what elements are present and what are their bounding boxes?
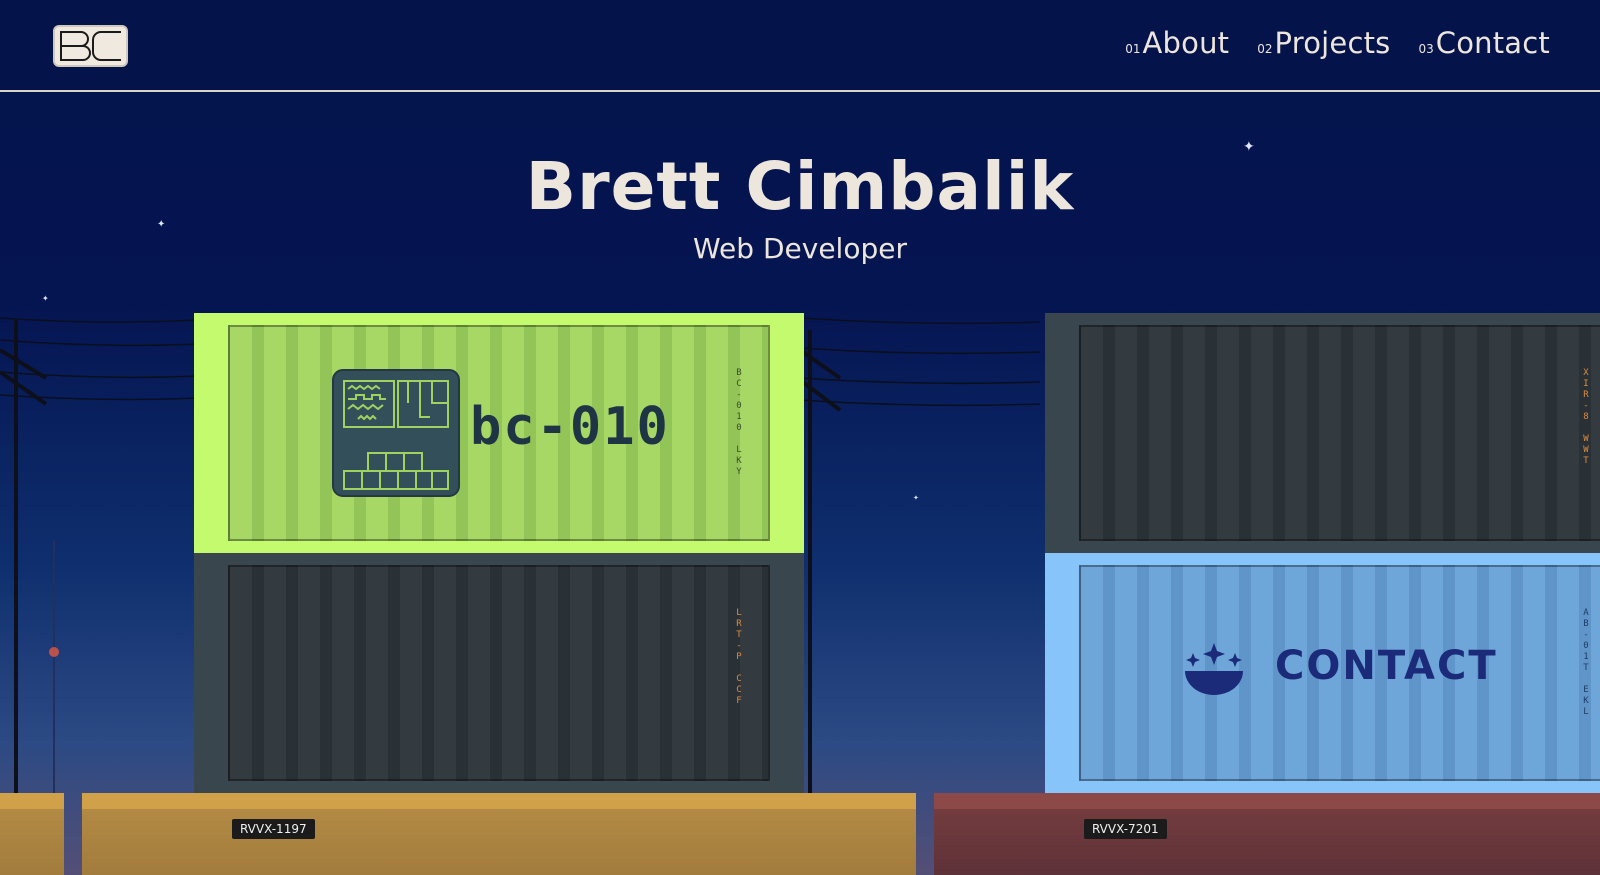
container-body	[1079, 325, 1600, 541]
site-header: 01 About 02 Projects 03 Contact	[0, 0, 1600, 92]
contact-label: CONTACT	[1275, 643, 1498, 689]
container-frame	[770, 553, 804, 793]
flatcar: RVVX-1197	[82, 793, 916, 875]
nav-label: Contact	[1435, 26, 1550, 60]
contact-container[interactable]: CONTACT AB-01T EKL	[1045, 553, 1600, 793]
flatcar-deck	[934, 793, 1600, 809]
sparkle-bowl-icon	[1185, 643, 1243, 695]
page-subtitle: Web Developer	[693, 232, 907, 265]
flatcar: RVVX-7201	[934, 793, 1600, 875]
flatcar-deck	[82, 793, 916, 809]
main-nav: 01 About 02 Projects 03 Contact	[1125, 26, 1550, 60]
nav-number: 01	[1125, 42, 1141, 56]
nav-number: 02	[1257, 42, 1273, 56]
container-frame	[1045, 541, 1600, 553]
nav-label: About	[1142, 26, 1230, 60]
nav-label: Projects	[1274, 26, 1391, 60]
container-frame	[1045, 553, 1600, 565]
container-frame	[1045, 553, 1079, 793]
flatcar-plate: RVVX-7201	[1084, 819, 1167, 839]
container-frame	[194, 781, 804, 793]
container-frame	[1045, 313, 1600, 325]
container-code: BC-010 LKY	[734, 368, 744, 478]
container-frame	[194, 553, 228, 793]
logo[interactable]	[53, 25, 128, 67]
bc-logo-icon	[60, 31, 121, 61]
container-code: AB-01T EKL	[1581, 608, 1591, 718]
shipping-container: XIR-8 WWT	[1045, 313, 1600, 553]
flatcar-side	[0, 809, 64, 875]
synth-icon	[332, 369, 460, 497]
container-frame	[770, 313, 804, 553]
container-frame	[194, 553, 804, 565]
container-code: XIR-8 WWT	[1581, 368, 1591, 467]
flatcar	[0, 793, 64, 875]
container-frame	[194, 541, 804, 553]
container-frame	[1045, 313, 1079, 553]
nav-contact[interactable]: 03 Contact	[1418, 26, 1550, 60]
nav-number: 03	[1418, 42, 1434, 56]
container-frame	[1045, 781, 1600, 793]
projects-label: bc-010	[470, 397, 670, 457]
container-frame	[194, 313, 804, 325]
nav-about[interactable]: 01 About	[1125, 26, 1229, 60]
container-body	[228, 565, 770, 781]
flatcar-side	[82, 809, 916, 875]
projects-container[interactable]: bc-010 BC-010 LKY	[194, 313, 804, 553]
flatcar-side	[934, 809, 1600, 875]
flatcar-plate: RVVX-1197	[232, 819, 315, 839]
container-frame	[194, 313, 228, 553]
flatcar-deck	[0, 793, 64, 809]
container-code: LRT-P CCF	[734, 608, 744, 707]
nav-projects[interactable]: 02 Projects	[1257, 26, 1390, 60]
page-title: Brett Cimbalik	[525, 148, 1075, 225]
shipping-container: LRT-P CCF	[194, 553, 804, 793]
hero-scene: ✦ ✦ ✦ ✦ bc-010 BC-010 LKY LRT-P CCF XIR-…	[0, 0, 1600, 875]
